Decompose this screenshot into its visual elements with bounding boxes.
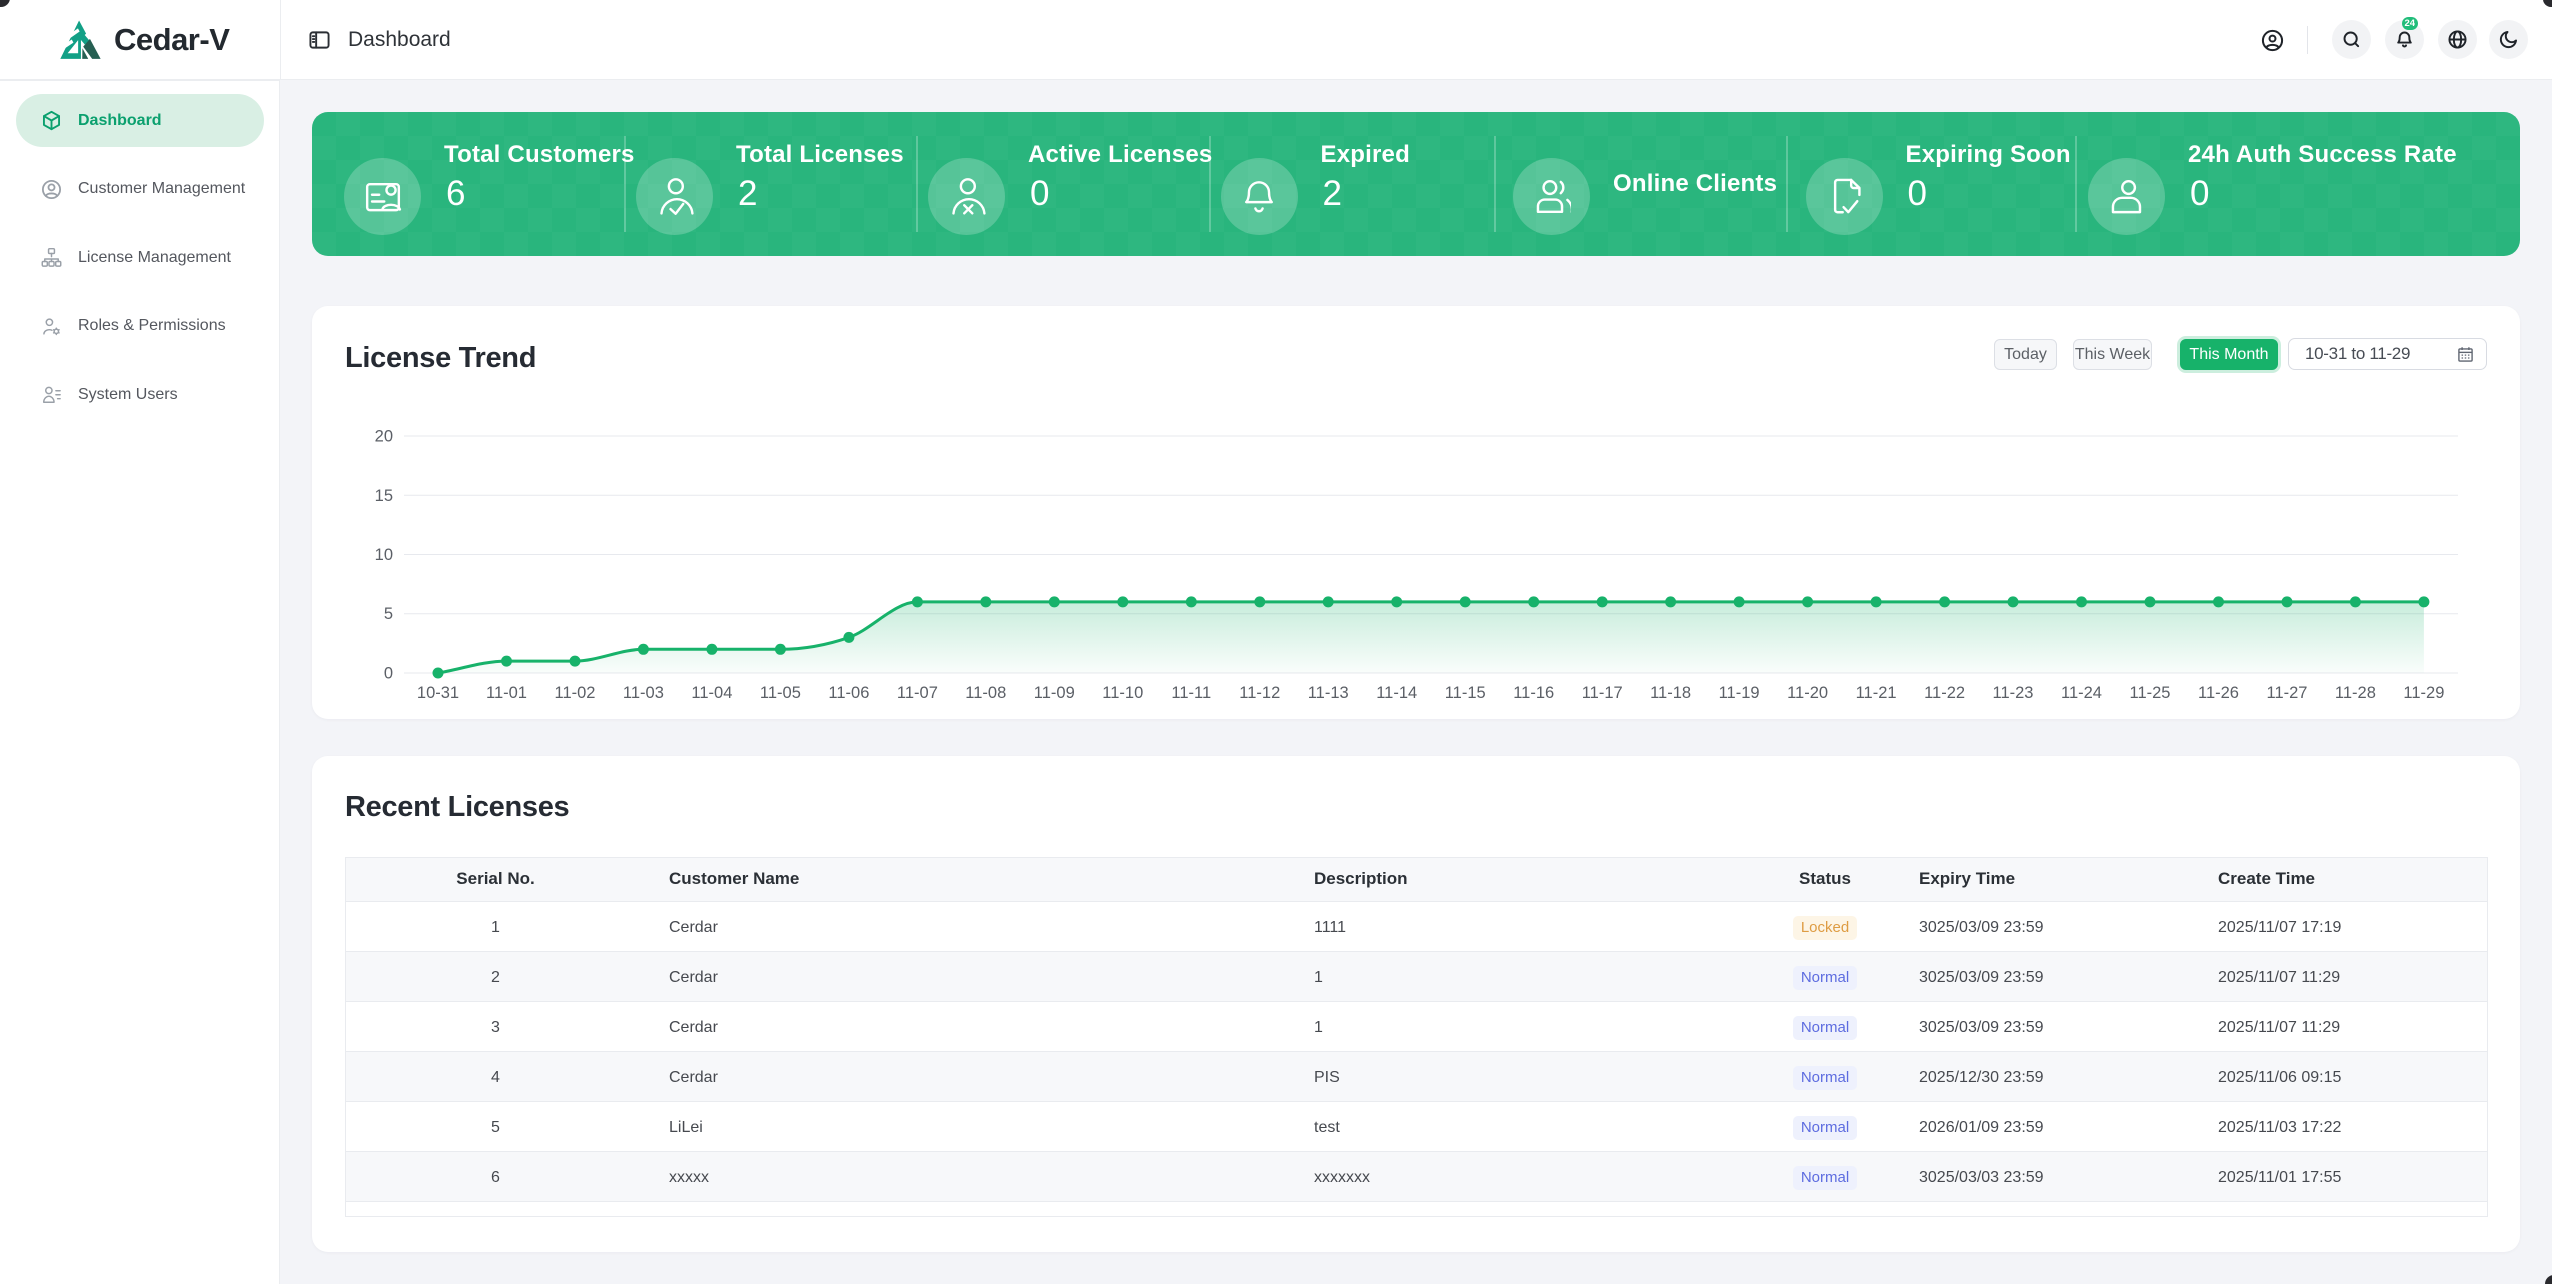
- svg-text:11-12: 11-12: [1239, 684, 1280, 702]
- svg-text:11-04: 11-04: [691, 684, 732, 702]
- svg-text:5: 5: [384, 605, 393, 623]
- svg-text:11-03: 11-03: [623, 684, 664, 702]
- svg-text:11-24: 11-24: [2061, 684, 2102, 702]
- svg-text:11-10: 11-10: [1102, 684, 1143, 702]
- svg-text:11-18: 11-18: [1650, 684, 1691, 702]
- svg-text:0: 0: [384, 665, 393, 683]
- svg-text:11-29: 11-29: [2403, 684, 2444, 702]
- svg-text:11-13: 11-13: [1308, 684, 1349, 702]
- svg-text:11-07: 11-07: [897, 684, 938, 702]
- svg-text:11-17: 11-17: [1582, 684, 1623, 702]
- svg-text:11-16: 11-16: [1513, 684, 1554, 702]
- svg-text:11-21: 11-21: [1856, 684, 1897, 702]
- svg-text:11-19: 11-19: [1719, 684, 1760, 702]
- svg-text:11-25: 11-25: [2130, 684, 2171, 702]
- svg-text:11-23: 11-23: [1993, 684, 2034, 702]
- svg-text:11-27: 11-27: [2267, 684, 2308, 702]
- svg-text:11-05: 11-05: [760, 684, 801, 702]
- svg-text:11-02: 11-02: [555, 684, 596, 702]
- svg-text:20: 20: [375, 428, 393, 446]
- svg-text:15: 15: [375, 487, 393, 505]
- svg-text:11-15: 11-15: [1445, 684, 1486, 702]
- svg-text:11-01: 11-01: [486, 684, 527, 702]
- svg-text:11-14: 11-14: [1376, 684, 1417, 702]
- svg-text:11-20: 11-20: [1787, 684, 1828, 702]
- svg-text:11-26: 11-26: [2198, 684, 2239, 702]
- svg-text:11-06: 11-06: [828, 684, 869, 702]
- svg-text:10-31: 10-31: [417, 684, 459, 702]
- svg-text:11-22: 11-22: [1924, 684, 1965, 702]
- svg-text:11-09: 11-09: [1034, 684, 1075, 702]
- svg-text:10: 10: [375, 546, 393, 564]
- svg-text:11-08: 11-08: [965, 684, 1006, 702]
- svg-text:11-28: 11-28: [2335, 684, 2376, 702]
- svg-text:11-11: 11-11: [1171, 684, 1211, 702]
